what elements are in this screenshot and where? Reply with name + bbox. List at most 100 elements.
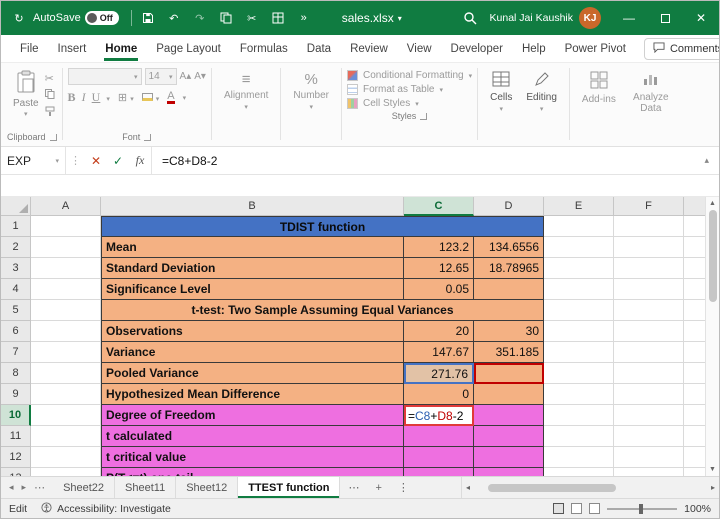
editing-button[interactable]: Editing ▾ bbox=[519, 68, 564, 116]
clipboard-dialog-launcher[interactable] bbox=[49, 133, 57, 141]
scroll-right-icon[interactable]: ▸ bbox=[707, 483, 719, 492]
cell-B4[interactable]: Significance Level bbox=[101, 279, 404, 300]
font-color-icon[interactable]: A bbox=[167, 91, 175, 104]
page-layout-view-icon[interactable] bbox=[571, 503, 583, 514]
cell-A3[interactable] bbox=[31, 258, 101, 279]
formula-input[interactable]: =C8+D8-2 bbox=[151, 147, 694, 174]
cell-C4[interactable]: 0.05 bbox=[404, 279, 474, 300]
cell-A11[interactable] bbox=[31, 426, 101, 447]
row-header-3[interactable]: 3 bbox=[1, 258, 31, 279]
cell-D10[interactable] bbox=[474, 405, 544, 426]
accessibility-status[interactable]: Accessibility: Investigate bbox=[41, 501, 171, 516]
cell-F2[interactable] bbox=[614, 237, 684, 258]
cell-D7[interactable]: 351.185 bbox=[474, 342, 544, 363]
cell-D13[interactable] bbox=[474, 468, 544, 476]
cell-E6[interactable] bbox=[544, 321, 614, 342]
cell-C13[interactable] bbox=[404, 468, 474, 476]
row-header-11[interactable]: 11 bbox=[1, 426, 31, 447]
zoom-level[interactable]: 100% bbox=[684, 503, 711, 515]
row-header-4[interactable]: 4 bbox=[1, 279, 31, 300]
row-header-10[interactable]: 10 bbox=[1, 405, 31, 426]
cell-B13[interactable]: P(T<=t) one-tail bbox=[101, 468, 404, 476]
cell-G7[interactable] bbox=[684, 342, 707, 363]
more-sheets-icon[interactable]: ⋯ bbox=[340, 477, 367, 498]
name-box[interactable]: EXP ▾ bbox=[1, 147, 65, 174]
cell-C6[interactable]: 20 bbox=[404, 321, 474, 342]
horizontal-scrollbar[interactable]: ◂ ▸ bbox=[461, 477, 719, 498]
account-chip[interactable]: Kunal Jai Kaushik KJ bbox=[490, 7, 601, 29]
row-header-6[interactable]: 6 bbox=[1, 321, 31, 342]
insert-function-icon[interactable]: fx bbox=[129, 147, 151, 174]
conditional-formatting-button[interactable]: Conditional Formatting ▾ bbox=[346, 70, 472, 81]
cell-B5-merged-subtitle[interactable]: t-test: Two Sample Assuming Equal Varian… bbox=[101, 300, 544, 321]
copy-small-icon[interactable] bbox=[44, 89, 55, 102]
col-header-C[interactable]: C bbox=[404, 197, 474, 216]
tab-home[interactable]: Home bbox=[104, 37, 138, 61]
sheet-tab-sheet12[interactable]: Sheet12 bbox=[176, 477, 239, 498]
cell-B12[interactable]: t critical value bbox=[101, 447, 404, 468]
cell-F9[interactable] bbox=[614, 384, 684, 405]
cell-D3[interactable]: 18.78965 bbox=[474, 258, 544, 279]
col-header-F[interactable]: F bbox=[614, 197, 684, 216]
col-header-A[interactable]: A bbox=[31, 197, 101, 216]
cell-G9[interactable] bbox=[684, 384, 707, 405]
sheet-tab-sheet22[interactable]: Sheet22 bbox=[53, 477, 116, 498]
cell-B8[interactable]: Pooled Variance bbox=[101, 363, 404, 384]
zoom-slider-knob[interactable] bbox=[639, 503, 644, 514]
qat-overflow-icon[interactable]: » bbox=[294, 8, 314, 28]
paste-button[interactable]: Paste ▾ bbox=[7, 68, 45, 120]
tab-developer[interactable]: Developer bbox=[450, 37, 504, 61]
cell-E9[interactable] bbox=[544, 384, 614, 405]
cell-F10[interactable] bbox=[614, 405, 684, 426]
cells-button[interactable]: Cells ▾ bbox=[483, 68, 519, 116]
tab-view[interactable]: View bbox=[406, 37, 433, 61]
cell-C7[interactable]: 147.67 bbox=[404, 342, 474, 363]
cell-F12[interactable] bbox=[614, 447, 684, 468]
cell-C11[interactable] bbox=[404, 426, 474, 447]
autosave-toggle[interactable]: Off bbox=[84, 11, 119, 25]
comments-button[interactable]: Comments bbox=[643, 37, 719, 60]
cell-F6[interactable] bbox=[614, 321, 684, 342]
cell-B2[interactable]: Mean bbox=[101, 237, 404, 258]
horizontal-scroll-thumb[interactable] bbox=[487, 483, 617, 492]
fill-color-icon[interactable]: ▾ bbox=[141, 92, 159, 104]
cell-G6[interactable] bbox=[684, 321, 707, 342]
sheet-nav-right-icon[interactable]: ▸ bbox=[22, 482, 27, 493]
cell-F8[interactable] bbox=[614, 363, 684, 384]
cell-F11[interactable] bbox=[614, 426, 684, 447]
sheet-tab-ttest-function[interactable]: TTEST function bbox=[238, 477, 341, 498]
cell-B7[interactable]: Variance bbox=[101, 342, 404, 363]
cell-B1-merged-title[interactable]: TDIST function bbox=[101, 216, 544, 237]
cell-A8[interactable] bbox=[31, 363, 101, 384]
tab-formulas[interactable]: Formulas bbox=[239, 37, 289, 61]
cell-E11[interactable] bbox=[544, 426, 614, 447]
row-header-8[interactable]: 8 bbox=[1, 363, 31, 384]
cell-A9[interactable] bbox=[31, 384, 101, 405]
confirm-entry-icon[interactable]: ✓ bbox=[107, 147, 129, 174]
cell-F4[interactable] bbox=[614, 279, 684, 300]
sheet-nav-left-icon[interactable]: ◂ bbox=[9, 482, 14, 493]
addins-button[interactable]: Add-ins bbox=[575, 68, 623, 108]
zoom-slider[interactable] bbox=[607, 503, 678, 514]
cell-B11[interactable]: t calculated bbox=[101, 426, 404, 447]
tab-insert[interactable]: Insert bbox=[57, 37, 88, 61]
cell-B6[interactable]: Observations bbox=[101, 321, 404, 342]
cell-C9[interactable]: 0 bbox=[404, 384, 474, 405]
cell-A1[interactable] bbox=[31, 216, 101, 237]
font-dialog-launcher[interactable] bbox=[144, 133, 152, 141]
vertical-scrollbar[interactable]: ▲ ▼ bbox=[705, 197, 719, 476]
cell-G12[interactable] bbox=[684, 447, 707, 468]
cell-D9[interactable] bbox=[474, 384, 544, 405]
cell-styles-button[interactable]: Cell Styles ▾ bbox=[346, 98, 472, 109]
cell-E1[interactable] bbox=[544, 216, 614, 237]
cut-small-icon[interactable]: ✂ bbox=[45, 72, 55, 85]
page-break-view-icon[interactable] bbox=[589, 503, 601, 514]
cell-E5[interactable] bbox=[544, 300, 614, 321]
row-header-7[interactable]: 7 bbox=[1, 342, 31, 363]
cell-E3[interactable] bbox=[544, 258, 614, 279]
sheet-tab-sheet11[interactable]: Sheet11 bbox=[115, 477, 177, 498]
close-button[interactable]: ✕ bbox=[683, 1, 719, 35]
font-size-select[interactable]: 14 ▾ bbox=[144, 68, 177, 85]
cell-G1[interactable] bbox=[684, 216, 707, 237]
autosave-control[interactable]: ↻ AutoSave Off bbox=[9, 8, 119, 28]
